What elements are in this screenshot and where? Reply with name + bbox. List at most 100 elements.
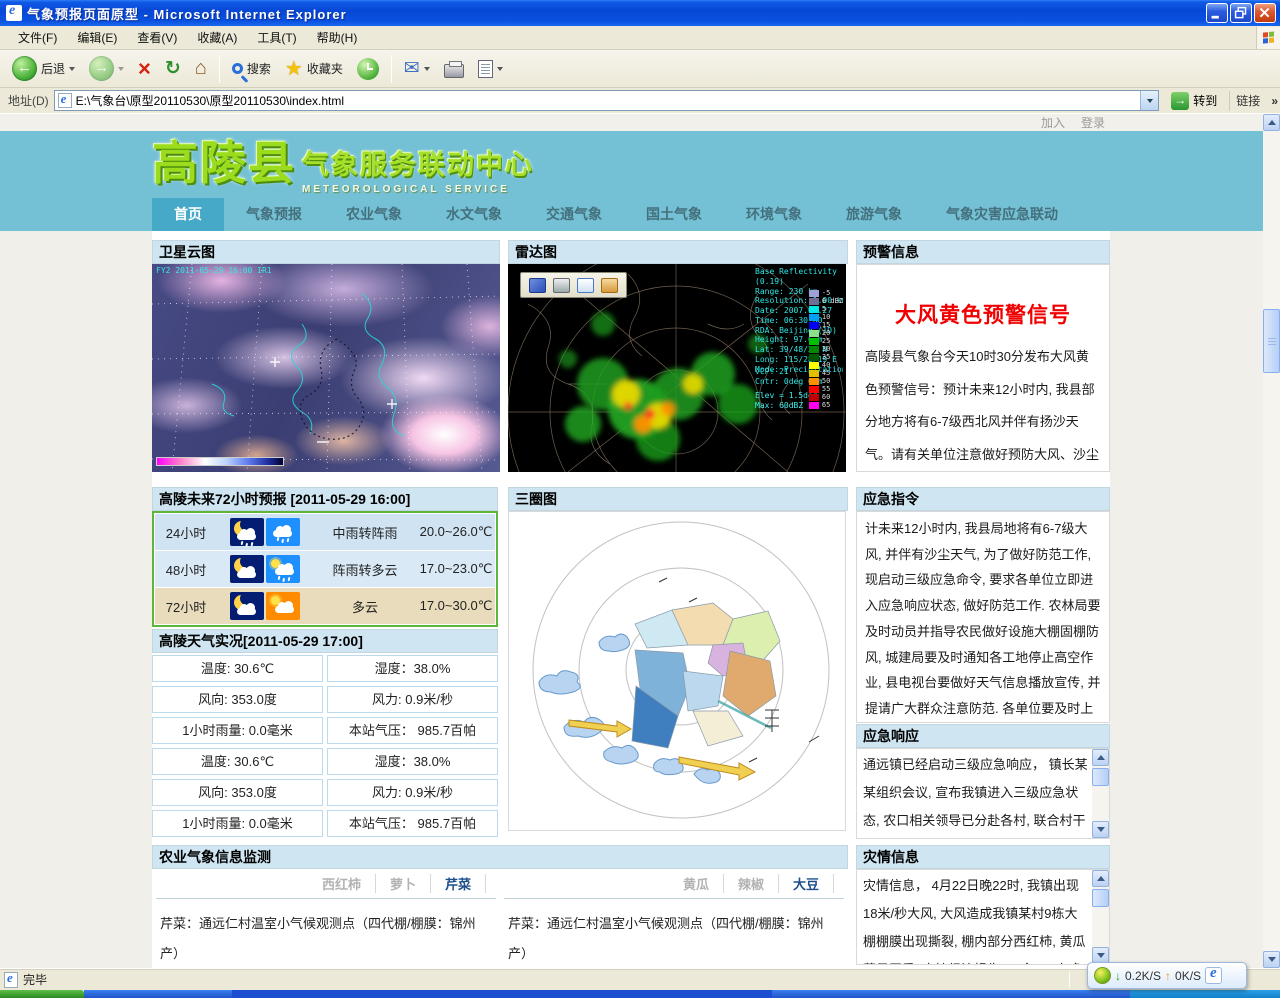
radar-panel: 雷达图 <box>508 240 848 472</box>
nav-land[interactable]: 国土气象 <box>624 198 724 231</box>
print-button[interactable] <box>438 57 470 81</box>
forecast-panel: 高陵未来72小时预报 [2011-05-29 16:00] 24小时 中雨转阵雨… <box>152 487 498 839</box>
back-dropdown-icon[interactable] <box>69 67 75 71</box>
radar-image: Base Reflectivity(0.19)Range: 230 kmReso… <box>508 264 846 472</box>
menu-bar: 文件(F) 编辑(E) 查看(V) 收藏(A) 工具(T) 帮助(H) <box>0 26 1280 50</box>
refresh-button[interactable] <box>159 54 187 83</box>
sun-cloud-rain-icon <box>266 555 300 583</box>
scroll-thumb[interactable] <box>1263 309 1280 373</box>
tab-tomato[interactable]: 西红柿 <box>308 874 376 893</box>
edit-dropdown-icon[interactable] <box>497 67 503 71</box>
mail-dropdown-icon[interactable] <box>424 67 430 71</box>
taskbar <box>0 990 1280 998</box>
mail-icon[interactable] <box>577 278 594 293</box>
close-button[interactable] <box>1254 3 1276 23</box>
scroll-thumb[interactable] <box>1092 768 1109 786</box>
edit-button[interactable] <box>472 57 509 81</box>
nav-weather-forecast[interactable]: 气象预报 <box>224 198 324 231</box>
forward-dropdown-icon[interactable] <box>118 67 124 71</box>
address-input[interactable] <box>76 94 1141 108</box>
favorites-button[interactable]: 收藏夹 <box>279 53 349 84</box>
forecast-temp: 17.0~30.0℃ <box>417 598 495 614</box>
tab-radish[interactable]: 萝卜 <box>376 874 431 893</box>
tab-cucumber[interactable]: 黄瓜 <box>669 874 724 893</box>
response-body-text: 通远镇已经启动三级应急响应， 镇长某某组织会议, 宣布我镇进入三级应急状态, 农… <box>857 749 1092 838</box>
favorites-label: 收藏夹 <box>307 60 343 77</box>
menu-favorites[interactable]: 收藏(A) <box>187 26 247 49</box>
nav-hydrology[interactable]: 水文气象 <box>424 198 524 231</box>
tab-pepper[interactable]: 辣椒 <box>724 874 779 893</box>
scroll-up-icon[interactable] <box>1263 114 1280 131</box>
nav-agriculture[interactable]: 农业气象 <box>324 198 424 231</box>
nav-environment[interactable]: 环境气象 <box>724 198 824 231</box>
night-cloud-rain-icon <box>230 518 264 546</box>
cloud-rain-icon <box>266 518 300 546</box>
browser-scrollbar[interactable] <box>1263 114 1280 968</box>
favorites-star-icon <box>285 56 303 81</box>
stop-button[interactable] <box>132 56 157 82</box>
scroll-down-icon[interactable] <box>1263 951 1280 968</box>
history-button[interactable] <box>351 55 385 83</box>
login-link[interactable]: 登录 <box>1081 114 1105 131</box>
live-cell: 湿度：38.0% <box>327 655 498 682</box>
start-button[interactable] <box>0 990 84 998</box>
sun-cloud-icon <box>266 592 300 620</box>
address-dropdown-button[interactable] <box>1140 91 1158 110</box>
download-speed: 0.2K/S <box>1125 969 1161 983</box>
response-scrollbar[interactable] <box>1092 749 1109 838</box>
menu-edit[interactable]: 编辑(E) <box>67 26 127 49</box>
net-speed-widget[interactable]: ↓ 0.2K/S ↑ 0K/S <box>1087 962 1247 989</box>
scroll-up-icon[interactable] <box>1092 749 1109 766</box>
menu-tools[interactable]: 工具(T) <box>247 26 306 49</box>
live-cell: 温度: 30.6℃ <box>152 655 323 682</box>
export-icon[interactable] <box>601 278 618 293</box>
links-bar[interactable]: 链接 <box>1229 91 1266 111</box>
upload-arrow-icon: ↑ <box>1165 969 1171 983</box>
nav-home[interactable]: 首页 <box>152 198 224 231</box>
tab-celery[interactable]: 芹菜 <box>431 874 486 893</box>
disaster-body-text: 灾情信息， 4月22日晚22时, 我镇出现18米/秒大风, 大风造成我镇某村9栋… <box>857 870 1092 964</box>
forecast-period: 72小时 <box>155 597 217 616</box>
live-cell: 本站气压： 985.7百帕 <box>327 717 498 744</box>
go-button[interactable]: 转到 <box>1164 90 1224 112</box>
links-more-chevron[interactable]: » <box>1271 94 1278 108</box>
radar-title: 雷达图 <box>508 240 848 264</box>
links-label: 链接 <box>1236 92 1260 109</box>
nav-disaster-linkage[interactable]: 气象灾害应急联动 <box>924 198 1080 231</box>
forecast-desc: 阵雨转多云 <box>313 560 417 579</box>
home-button[interactable] <box>189 54 213 83</box>
disaster-panel: 灾情信息 灾情信息， 4月22日晚22时, 我镇出现18米/秒大风, 大风造成我… <box>856 845 1110 965</box>
toolbar-separator <box>391 55 392 83</box>
browser-window: 气象预报页面原型 - Microsoft Internet Explorer 文… <box>0 0 1280 998</box>
satellite-image: FY2 2011-05-29 16:00 IR1 <box>152 264 500 472</box>
satellite-title: 卫星云图 <box>152 240 500 264</box>
browser-viewport: 加入 登录 高陵县 气象服务联动中心 METEOROLOGICAL SERVIC… <box>0 114 1280 968</box>
scroll-down-icon[interactable] <box>1092 821 1109 838</box>
nav-traffic[interactable]: 交通气象 <box>524 198 624 231</box>
menu-help[interactable]: 帮助(H) <box>307 26 368 49</box>
print-icon[interactable] <box>553 278 570 293</box>
scroll-thumb[interactable] <box>1092 889 1109 907</box>
night-cloud-icon <box>230 592 264 620</box>
address-field[interactable] <box>54 90 1160 111</box>
taskbar-task-button[interactable] <box>232 990 772 998</box>
menu-view[interactable]: 查看(V) <box>127 26 187 49</box>
back-button[interactable]: 后退 <box>6 53 81 84</box>
menu-file[interactable]: 文件(F) <box>8 26 67 49</box>
minimize-button[interactable] <box>1206 3 1228 23</box>
agri-panel: 农业气象信息监测 西红柿 萝卜 芹菜 芹菜：通远仁村温室小气候观测点（四代棚/棚… <box>152 845 848 968</box>
agri-left-content: 芹菜：通远仁村温室小气候观测点（四代棚/棚膜：锦州产） <box>156 899 496 968</box>
disaster-scrollbar[interactable] <box>1092 870 1109 964</box>
mail-button[interactable] <box>398 54 436 83</box>
restore-button[interactable] <box>1230 3 1252 23</box>
scroll-up-icon[interactable] <box>1092 870 1109 887</box>
antivirus-ball-icon <box>1094 967 1111 984</box>
forward-button[interactable] <box>83 53 130 84</box>
save-icon[interactable] <box>529 278 546 293</box>
join-link[interactable]: 加入 <box>1041 114 1065 131</box>
nav-tourism[interactable]: 旅游气象 <box>824 198 924 231</box>
tab-soybean[interactable]: 大豆 <box>779 874 834 893</box>
night-cloud-icon <box>230 555 264 583</box>
search-button[interactable]: 搜索 <box>226 57 277 80</box>
live-cell: 风向: 353.0度 <box>152 686 323 713</box>
